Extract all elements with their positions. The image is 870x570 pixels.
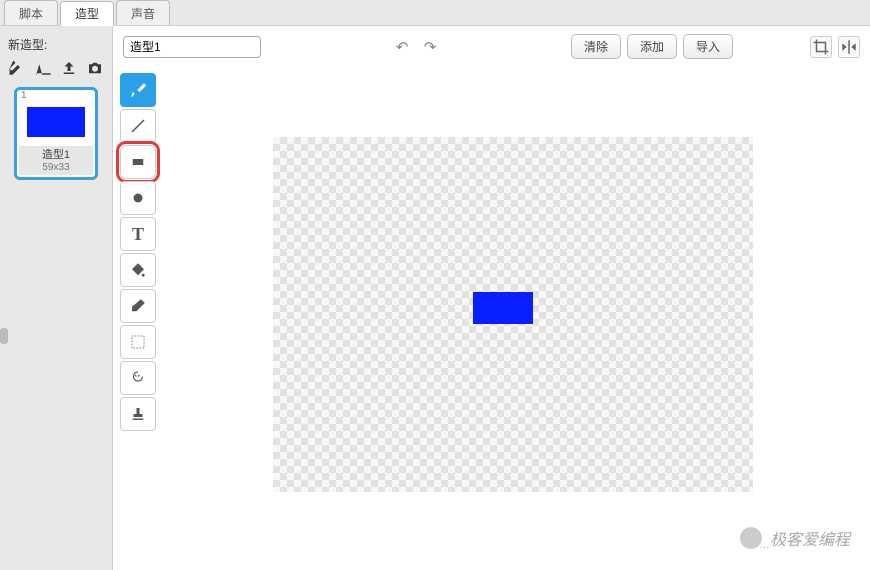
import-button[interactable]: 导入 <box>683 34 733 59</box>
flip-horizontal-icon[interactable] <box>838 36 860 58</box>
editor-topbar: ↶ ↷ 清除 添加 导入 <box>113 26 870 67</box>
brush-tool[interactable] <box>120 73 156 107</box>
new-costume-tools <box>8 59 104 77</box>
tab-sounds[interactable]: 声音 <box>116 0 170 25</box>
new-costume-label: 新造型: <box>8 36 104 53</box>
watermark-text: 极客爱编程 <box>770 526 850 550</box>
eraser-tool[interactable] <box>120 289 156 323</box>
tab-costumes[interactable]: 造型 <box>60 1 114 26</box>
redo-icon[interactable]: ↷ <box>419 36 441 58</box>
crop-icon[interactable] <box>810 36 832 58</box>
camera-icon[interactable] <box>86 59 104 77</box>
library-icon[interactable] <box>34 59 52 77</box>
thumbnail-name: 造型1 <box>19 146 93 162</box>
add-button[interactable]: 添加 <box>627 34 677 59</box>
costume-list-panel: 新造型: 1 造型1 59x33 <box>0 26 113 570</box>
paint-new-icon[interactable] <box>8 59 26 77</box>
watermark: 极客爱编程 <box>740 526 850 550</box>
panel-scrollbar[interactable] <box>0 298 8 378</box>
stamp-tool[interactable] <box>120 397 156 431</box>
select-tool[interactable] <box>120 325 156 359</box>
wand-tool[interactable] <box>120 361 156 395</box>
editor-tabs: 脚本 造型 声音 <box>0 0 870 26</box>
canvas-checkerboard <box>273 137 753 492</box>
undo-icon[interactable]: ↶ <box>391 36 413 58</box>
costume-thumbnail[interactable]: 1 造型1 59x33 <box>14 87 98 180</box>
thumbnail-preview <box>21 100 91 144</box>
tab-scripts[interactable]: 脚本 <box>4 0 58 25</box>
watermark-icon <box>740 527 762 549</box>
canvas-area[interactable] <box>163 67 870 570</box>
thumbnail-dimensions: 59x33 <box>19 162 93 175</box>
text-tool[interactable]: T <box>120 217 156 251</box>
tool-palette: T <box>113 67 163 570</box>
costume-name-input[interactable] <box>123 36 261 58</box>
line-tool[interactable] <box>120 109 156 143</box>
paint-editor: ↶ ↷ 清除 添加 导入 T <box>113 26 870 570</box>
clear-button[interactable]: 清除 <box>571 34 621 59</box>
thumbnail-index: 1 <box>21 90 27 101</box>
fill-tool[interactable] <box>120 253 156 287</box>
ellipse-tool[interactable] <box>120 181 156 215</box>
rectangle-tool[interactable] <box>120 145 156 179</box>
drawn-rectangle[interactable] <box>473 292 533 324</box>
upload-icon[interactable] <box>60 59 78 77</box>
